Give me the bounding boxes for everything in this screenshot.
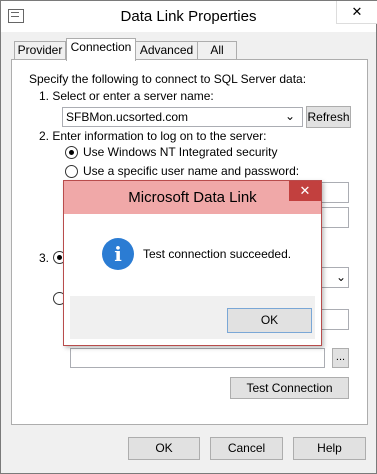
tab-connection[interactable]: Connection (66, 38, 136, 61)
server-name-combobox[interactable]: SFBMon.ucsorted.com ⌄ (62, 107, 303, 127)
title-bar[interactable]: Data Link Properties ✕ (1, 1, 377, 32)
specific-user-radio[interactable] (65, 165, 78, 178)
refresh-button[interactable]: Refresh (306, 106, 351, 128)
information-icon: i (102, 238, 134, 270)
tab-advanced[interactable]: Advanced (135, 41, 198, 60)
help-button[interactable]: Help (293, 437, 366, 460)
window-title: Data Link Properties (120, 8, 257, 25)
dialog-message: Test connection succeeded. (143, 247, 292, 261)
server-name-value: SFBMon.ucsorted.com (66, 110, 189, 124)
database-file-field[interactable] (70, 348, 325, 368)
tab-all[interactable]: All (197, 41, 237, 60)
nt-security-label: Use Windows NT Integrated security (83, 145, 278, 159)
dialog-title: Microsoft Data Link (128, 189, 257, 206)
chevron-down-icon[interactable]: ⌄ (336, 270, 346, 284)
tab-provider[interactable]: Provider (14, 41, 66, 60)
step1-label: 1. Select or enter a server name: (39, 89, 214, 103)
dialog-ok-button[interactable]: OK (227, 308, 312, 333)
dialog-close-button[interactable]: ✕ (289, 181, 321, 201)
specific-user-label: Use a specific user name and password: (83, 164, 300, 178)
step2-label: 2. Enter information to log on to the se… (39, 129, 267, 143)
nt-security-radio[interactable] (65, 146, 78, 159)
intro-text: Specify the following to connect to SQL … (29, 72, 307, 86)
browse-button[interactable]: ... (332, 348, 349, 368)
cancel-button[interactable]: Cancel (210, 437, 283, 460)
microsoft-data-link-dialog: Microsoft Data Link ✕ i Test connection … (63, 180, 322, 346)
dialog-title-bar[interactable]: Microsoft Data Link ✕ (64, 181, 321, 214)
chevron-down-icon[interactable]: ⌄ (285, 109, 295, 123)
step3-label: 3. (39, 251, 50, 265)
ok-button[interactable]: OK (128, 437, 200, 460)
test-connection-button[interactable]: Test Connection (230, 377, 349, 399)
window-close-button[interactable]: ✕ (336, 1, 377, 24)
dialog-footer: OK (70, 296, 315, 339)
